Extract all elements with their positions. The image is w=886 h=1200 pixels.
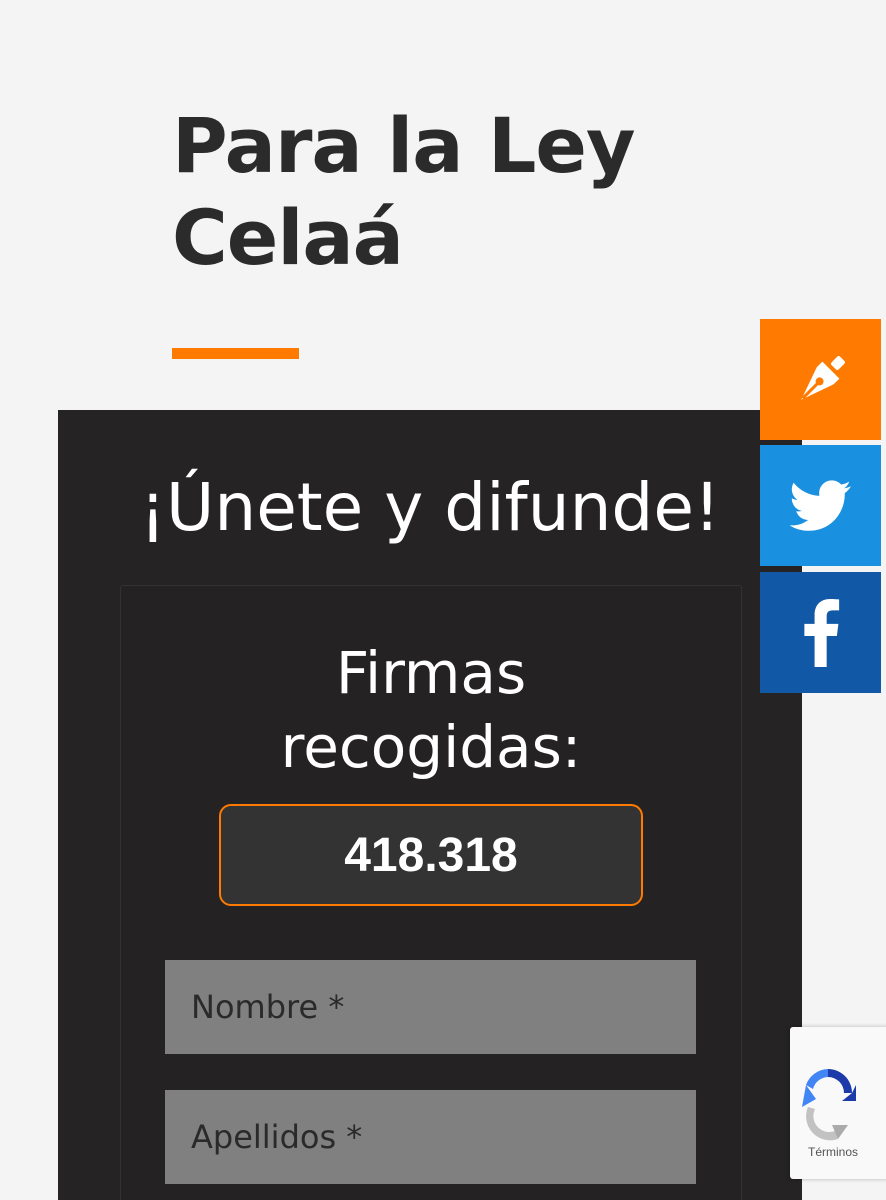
panel-heading: ¡Únete y difunde! [139, 469, 721, 546]
signature-count: 418.318 [219, 804, 643, 906]
facebook-icon [803, 598, 839, 667]
last-name-placeholder: Apellidos * [191, 1118, 363, 1156]
pen-nib-icon [800, 355, 845, 400]
title-accent-divider [172, 348, 299, 359]
signature-counter-label: Firmas recogidas: [120, 636, 742, 784]
sign-petition-button[interactable] [760, 319, 881, 440]
first-name-placeholder: Nombre * [191, 988, 345, 1026]
recaptcha-terms-link[interactable]: Términos [808, 1145, 858, 1159]
counter-label-line-1: Firmas [335, 639, 527, 707]
page-title-line-2: Celaá [172, 193, 404, 282]
last-name-input[interactable]: Apellidos * [165, 1090, 696, 1184]
twitter-icon [789, 479, 851, 531]
page: Para la Ley Celaá ¡Únete y difunde! Firm… [0, 0, 886, 1200]
recaptcha-badge[interactable]: Términos [790, 1027, 886, 1179]
first-name-input[interactable]: Nombre * [165, 960, 696, 1054]
page-title-line-1: Para la Ley [172, 101, 635, 190]
share-twitter-button[interactable] [760, 445, 881, 566]
page-title: Para la Ley Celaá [172, 100, 692, 284]
share-facebook-button[interactable] [760, 572, 881, 693]
counter-label-line-2: recogidas: [280, 713, 582, 781]
recaptcha-icon [802, 1069, 856, 1141]
